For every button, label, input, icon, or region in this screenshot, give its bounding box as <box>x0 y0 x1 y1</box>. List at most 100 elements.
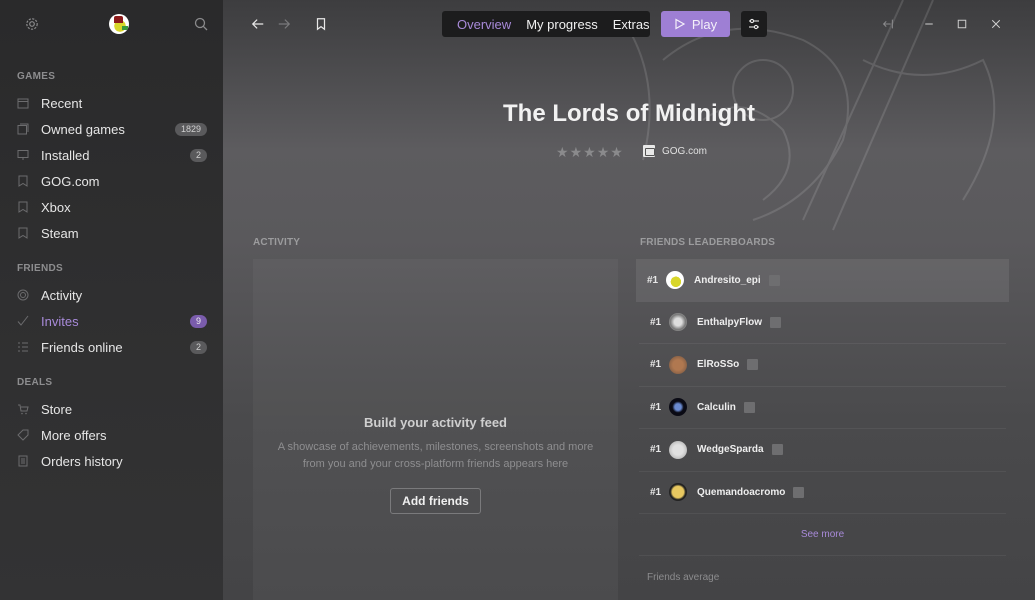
tab-extras[interactable]: Extras <box>613 17 650 32</box>
star-icon[interactable]: ★ <box>610 145 623 159</box>
leaderboard-row[interactable]: #1 Quemandoacromo <box>639 472 1006 514</box>
friend-avatar <box>669 355 687 374</box>
activity-empty-description: A showcase of achievements, milestones, … <box>277 441 594 470</box>
sidebar-item-installed[interactable]: Installed 2 <box>0 142 223 168</box>
sidebar-item-more-offers[interactable]: More offers <box>0 422 223 448</box>
sidebar-item-gog-com[interactable]: GOG.com <box>0 168 223 194</box>
sidebar-section-title: DEALS <box>17 377 53 388</box>
star-icon[interactable]: ★ <box>556 145 569 159</box>
star-rating[interactable]: ★ ★ ★ ★ ★ <box>556 145 623 159</box>
target-icon <box>17 289 29 301</box>
friend-avatar <box>669 483 687 502</box>
gog-platform-icon <box>770 316 781 328</box>
sidebar-item-friends-online[interactable]: Friends online 2 <box>0 334 223 360</box>
platform-label: GOG.com <box>643 145 707 157</box>
collapse-panel-icon[interactable] <box>879 15 897 33</box>
sidebar-item-label: Activity <box>41 287 83 303</box>
count-badge: 9 <box>189 314 207 328</box>
receipt-icon <box>17 455 29 467</box>
leaderboard-row[interactable]: #1 Calculin <box>639 387 1006 429</box>
leaderboard-row[interactable]: #1 Andresito_epi <box>636 259 1009 302</box>
leaderboard-row[interactable]: #1 WedgeSparda <box>639 429 1006 472</box>
sidebar-item-recent[interactable]: Recent <box>0 90 223 116</box>
gog-platform-icon <box>793 486 805 498</box>
sidebar-section-games: GAMES Recent Owned games 1829 Installed 2 GOG.… <box>0 64 223 246</box>
leaderboard-row[interactable]: #1 EnthalpyFlow <box>639 302 1006 344</box>
back-arrow-icon[interactable] <box>249 15 267 33</box>
activity-empty-title: Build your activity feed <box>363 415 508 430</box>
activity-section-title: ACTIVITY <box>253 237 301 248</box>
sidebar-item-store[interactable]: Store <box>0 396 223 422</box>
sidebar-item-label: Installed <box>41 147 90 163</box>
maximize-icon[interactable] <box>953 15 971 33</box>
play-button[interactable]: Play <box>661 11 730 37</box>
calendar-icon <box>17 97 29 109</box>
gog-platform-icon <box>768 274 780 286</box>
star-icon[interactable]: ★ <box>583 145 596 159</box>
search-icon[interactable] <box>193 16 209 32</box>
sidebar-item-orders-history[interactable]: Orders history <box>0 448 223 474</box>
rank: #1 <box>647 274 659 286</box>
friend-avatar <box>669 398 687 417</box>
cart-icon <box>17 403 29 415</box>
user-avatar[interactable] <box>109 14 129 34</box>
settings-gear-icon[interactable] <box>24 16 40 32</box>
see-more-link[interactable]: See more <box>639 514 1006 556</box>
sidebar: GAMES Recent Owned games 1829 Installed 2 GOG.… <box>0 0 223 600</box>
gog-platform-icon <box>743 401 755 413</box>
check-icon <box>17 315 29 327</box>
rank: #1 <box>650 401 662 413</box>
count-badge: 2 <box>189 148 207 162</box>
sidebar-item-label: Friends online <box>41 339 123 355</box>
gog-platform-icon <box>643 145 655 157</box>
stack-icon <box>17 123 29 135</box>
add-friends-button[interactable]: Add friends <box>390 488 481 514</box>
sidebar-item-xbox[interactable]: Xbox <box>0 194 223 220</box>
friend-name: Quemandoacromo <box>697 486 786 498</box>
sidebar-item-label: Xbox <box>41 199 71 215</box>
friend-avatar <box>666 271 684 290</box>
count-badge: 1829 <box>174 122 207 136</box>
minimize-icon[interactable] <box>920 15 938 33</box>
star-icon[interactable]: ★ <box>570 145 583 159</box>
friend-name: Andresito_epi <box>694 274 761 286</box>
tab-overview[interactable]: Overview <box>457 17 511 32</box>
friend-name: Calculin <box>697 401 736 413</box>
tab-my-progress[interactable]: My progress <box>526 17 598 32</box>
close-icon[interactable] <box>987 15 1005 33</box>
gog-platform-icon <box>747 359 759 371</box>
play-label: Play <box>691 16 718 32</box>
sidebar-item-steam[interactable]: Steam <box>0 220 223 246</box>
friend-avatar <box>669 440 687 459</box>
friends-average-label: Friends average <box>647 571 720 583</box>
count-badge: 2 <box>189 340 207 354</box>
forward-arrow-icon[interactable] <box>275 15 293 33</box>
game-settings-button[interactable] <box>741 11 767 37</box>
sidebar-sections: GAMES Recent Owned games 1829 Installed 2 GOG.… <box>0 64 223 474</box>
rank: #1 <box>650 316 662 328</box>
sidebar-item-label: More offers <box>41 427 107 443</box>
friend-name: WedgeSparda <box>697 444 764 456</box>
main-content: Overview My progress Extras Play The Lor… <box>223 0 1035 600</box>
game-title: The Lords of Midnight <box>503 100 755 127</box>
sidebar-item-invites[interactable]: Invites 9 <box>0 308 223 334</box>
platform-name: GOG.com <box>662 145 708 157</box>
top-bar: Overview My progress Extras Play <box>223 0 1035 48</box>
bookmark-icon <box>17 175 29 187</box>
tag-icon <box>17 429 29 441</box>
friend-name: EnthalpyFlow <box>697 316 762 328</box>
sidebar-item-label: Store <box>41 401 73 417</box>
rank: #1 <box>650 359 662 371</box>
star-icon[interactable]: ★ <box>597 145 610 159</box>
sidebar-section-friends: FRIENDS Activity Invites 9 Friends online 2 <box>0 256 223 360</box>
rank: #1 <box>650 444 662 456</box>
leaderboard-section-title: FRIENDS LEADERBOARDS <box>640 237 776 248</box>
list-icon <box>17 341 29 353</box>
friend-avatar <box>669 313 687 332</box>
sidebar-item-activity[interactable]: Activity <box>0 282 223 308</box>
sidebar-item-owned-games[interactable]: Owned games 1829 <box>0 116 223 142</box>
leaderboard-row[interactable]: #1 ElRoSSo <box>639 344 1006 387</box>
sidebar-item-label: Invites <box>41 313 79 329</box>
monitor-icon <box>17 149 29 161</box>
bookmark-icon[interactable] <box>312 15 330 33</box>
